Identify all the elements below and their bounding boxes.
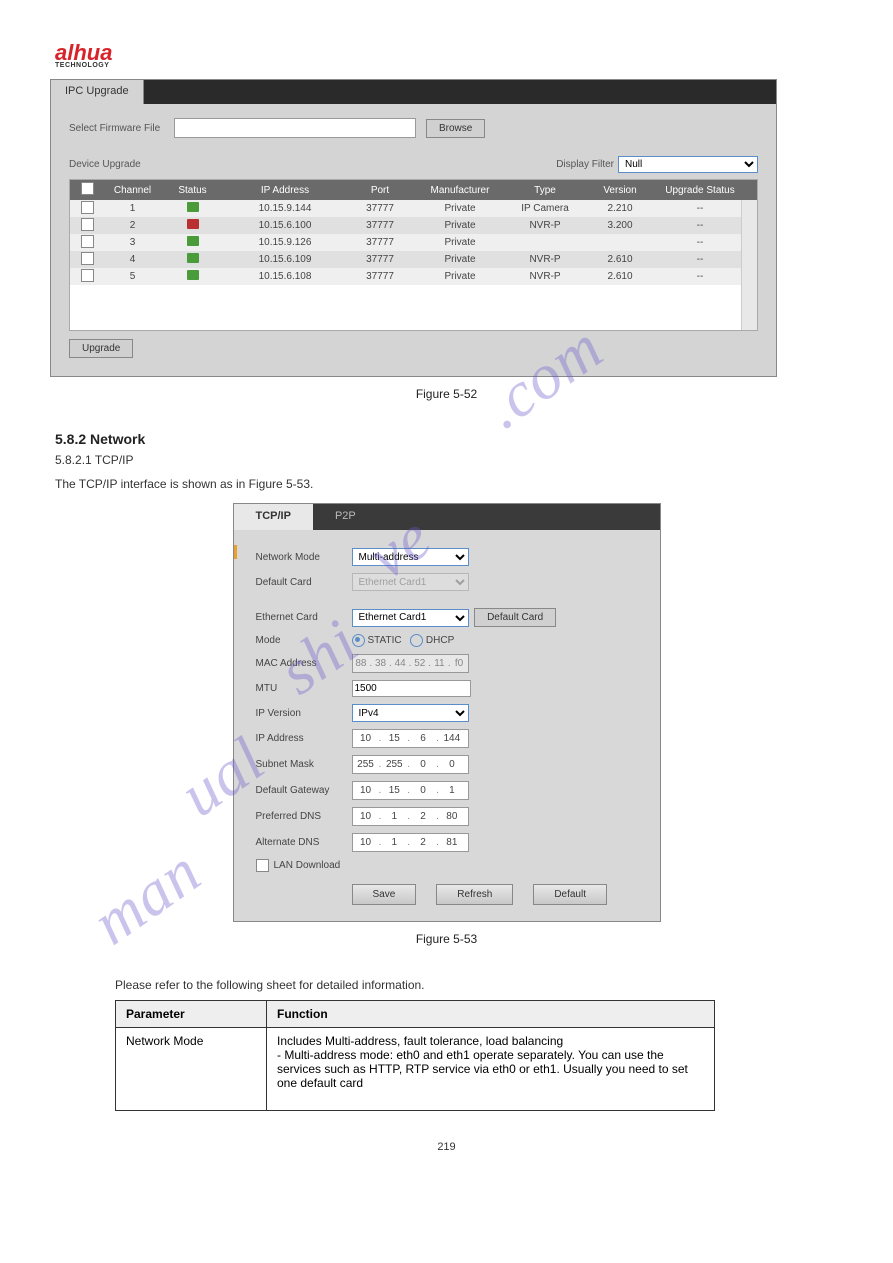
default-card-button[interactable]: Default Card	[474, 608, 556, 627]
browse-button[interactable]: Browse	[426, 119, 485, 138]
section-subtitle-tcpip: 5.8.2.1 TCP/IP	[55, 451, 838, 469]
param-cell: Network Mode	[116, 1028, 267, 1111]
device-upgrade-label: Device Upgrade	[69, 159, 141, 170]
col-type: Type	[505, 185, 585, 196]
row-checkbox[interactable]	[81, 235, 94, 248]
alternate-dns-input[interactable]: 10.1.2.81	[352, 833, 469, 852]
row-checkbox[interactable]	[81, 201, 94, 214]
parameter-table: ParameterFunction Network ModeIncludes M…	[115, 1000, 715, 1111]
default-gateway-label: Default Gateway	[256, 785, 352, 796]
alternate-dns-label: Alternate DNS	[256, 837, 352, 848]
status-icon	[187, 219, 199, 229]
static-radio[interactable]	[352, 634, 365, 647]
default-card-label: Default Card	[256, 577, 352, 588]
col-channel: Channel	[105, 185, 160, 196]
function-cell: Includes Multi-address, fault tolerance,…	[267, 1028, 715, 1111]
subnet-mask-label: Subnet Mask	[256, 759, 352, 770]
ip-address-input[interactable]: 10.15.6.144	[352, 729, 469, 748]
row-checkbox[interactable]	[81, 218, 94, 231]
figure-label-1: Figure 5-52	[55, 387, 838, 401]
page-number: 219	[55, 1141, 838, 1153]
col-port: Port	[345, 185, 415, 196]
table-row[interactable]: 410.15.6.10937777PrivateNVR-P2.610--	[70, 251, 757, 268]
refresh-button[interactable]: Refresh	[436, 884, 513, 905]
firmware-file-input[interactable]	[174, 118, 416, 138]
ethernet-card-label: Ethernet Card	[256, 612, 352, 623]
network-mode-label: Network Mode	[256, 552, 352, 563]
default-gateway-input[interactable]: 10.15.0.1	[352, 781, 469, 800]
device-table: Channel Status IP Address Port Manufactu…	[69, 179, 758, 331]
firmware-file-label: Select Firmware File	[69, 123, 164, 134]
mac-address-field: 88.38.44.52.11.f0	[352, 654, 469, 673]
select-all-checkbox[interactable]	[81, 182, 94, 195]
function-header: Function	[267, 1001, 715, 1028]
mtu-input[interactable]	[352, 680, 471, 697]
figure-label-2: Figure 5-53	[55, 932, 838, 946]
accent-bar	[234, 545, 237, 559]
tab-p2p[interactable]: P2P	[313, 504, 378, 530]
col-version: Version	[585, 185, 655, 196]
ip-address-label: IP Address	[256, 733, 352, 744]
row-checkbox[interactable]	[81, 269, 94, 282]
tab-tcpip[interactable]: TCP/IP	[234, 504, 313, 530]
upgrade-button[interactable]: Upgrade	[69, 339, 133, 358]
status-icon	[187, 270, 199, 280]
param-header: Parameter	[116, 1001, 267, 1028]
ip-version-select[interactable]: IPv4	[352, 704, 469, 722]
col-upgrade-status: Upgrade Status	[655, 185, 745, 196]
display-filter-label: Display Filter	[556, 159, 614, 170]
dhcp-radio[interactable]	[410, 634, 423, 647]
tab-ipc-upgrade[interactable]: IPC Upgrade	[51, 80, 144, 104]
table-row[interactable]: 510.15.6.10837777PrivateNVR-P2.610--	[70, 268, 757, 285]
default-button[interactable]: Default	[533, 884, 607, 905]
status-icon	[187, 236, 199, 246]
ethernet-card-select[interactable]: Ethernet Card1	[352, 609, 469, 627]
ipc-upgrade-panel: IPC Upgrade Select Firmware File Browse …	[50, 79, 777, 377]
mtu-label: MTU	[256, 683, 352, 694]
brand-logo: alhuaTECHNOLOGY	[55, 40, 838, 69]
col-ip: IP Address	[225, 185, 345, 196]
section-body-tcpip: The TCP/IP interface is shown as in Figu…	[55, 475, 838, 493]
table-scrollbar[interactable]	[741, 200, 757, 330]
preferred-dns-label: Preferred DNS	[256, 811, 352, 822]
status-icon	[187, 253, 199, 263]
mac-label: MAC Address	[256, 658, 352, 669]
col-status: Status	[160, 185, 225, 196]
network-mode-select[interactable]: Multi-address	[352, 548, 469, 566]
ip-version-label: IP Version	[256, 708, 352, 719]
row-checkbox[interactable]	[81, 252, 94, 265]
subnet-mask-input[interactable]: 255.255.0.0	[352, 755, 469, 774]
status-icon	[187, 202, 199, 212]
mode-label: Mode	[256, 635, 352, 646]
section-title-network: 5.8.2 Network	[55, 431, 838, 447]
refer-text: Please refer to the following sheet for …	[115, 976, 838, 994]
col-manufacturer: Manufacturer	[415, 185, 505, 196]
default-card-select: Ethernet Card1	[352, 573, 469, 591]
display-filter-select[interactable]: Null	[618, 156, 758, 173]
tcpip-panel: TCP/IP P2P Network ModeMulti-address Def…	[233, 503, 661, 922]
table-row[interactable]: 110.15.9.14437777PrivateIP Camera2.210--	[70, 200, 757, 217]
lan-download-checkbox[interactable]	[256, 859, 269, 872]
preferred-dns-input[interactable]: 10.1.2.80	[352, 807, 469, 826]
lan-download-label: LAN Download	[274, 860, 341, 871]
table-row[interactable]: 210.15.6.10037777PrivateNVR-P3.200--	[70, 217, 757, 234]
save-button[interactable]: Save	[352, 884, 417, 905]
table-row[interactable]: 310.15.9.12637777Private--	[70, 234, 757, 251]
